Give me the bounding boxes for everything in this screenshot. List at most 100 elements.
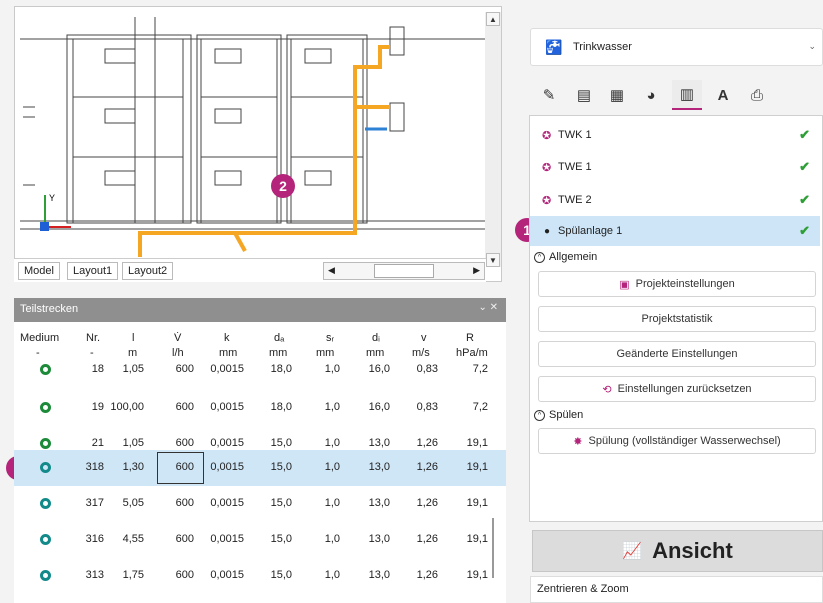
cell-v: 1,26 [416, 497, 438, 509]
marker-2: 2 [271, 174, 295, 198]
circulation-icon: ✪ [542, 161, 552, 174]
cell-k: 0,0015 [210, 497, 244, 509]
ansicht-button[interactable]: 📈 Ansicht [532, 530, 823, 572]
section-spuelen[interactable]: ^ Spülen [534, 409, 583, 421]
cell-nr: 316 [85, 533, 104, 545]
medium-ring-icon [40, 438, 51, 449]
scroll-left-icon[interactable]: ◀ [328, 265, 335, 276]
settings-window-icon: ▣ [619, 278, 630, 291]
drawing-horizontal-scrollbar[interactable]: ◀ ▶ [323, 262, 485, 280]
cell-r: 19,1 [466, 569, 488, 581]
cell-l: 1,75 [122, 569, 144, 581]
faucet-icon: 🚰 [545, 39, 563, 55]
cell-l: 4,55 [122, 533, 144, 545]
medium-ring-icon [40, 570, 51, 581]
document-icon[interactable]: ▤ [569, 80, 599, 110]
droplet-icon: ● [544, 225, 551, 237]
cell-nr: 21 [91, 437, 104, 449]
cell-di: 13,0 [368, 569, 390, 581]
table-row[interactable]: 313 1,75 600 0,0015 15,0 1,0 13,0 1,26 1… [14, 560, 506, 596]
cell-r: 19,1 [466, 497, 488, 509]
table-row[interactable]: 19 100,00 600 0,0015 18,0 1,0 16,0 0,83 … [14, 392, 506, 428]
cell-l: 1,05 [122, 437, 144, 449]
cell-l: 1,05 [122, 363, 144, 375]
cell-da: 15,0 [270, 461, 292, 473]
cell-k: 0,0015 [210, 437, 244, 449]
tab-layout1[interactable]: Layout1 [67, 262, 119, 280]
cell-sr: 1,0 [324, 497, 340, 509]
cell-nr: 317 [85, 497, 104, 509]
pencil-icon[interactable]: ✎ [534, 80, 564, 110]
cell-sr: 1,0 [324, 569, 340, 581]
cell-sr: 1,0 [324, 437, 340, 449]
flush-icon: ✸ [573, 435, 583, 448]
medium-select-value: Trinkwasser [573, 41, 632, 53]
einstellungen-zuruecksetzen-button[interactable]: ⟲ Einstellungen zurücksetzen [538, 376, 816, 402]
cell-da: 15,0 [270, 569, 292, 581]
section-allgemein[interactable]: ^ Allgemein [534, 251, 597, 263]
section-label: Allgemein [549, 251, 598, 263]
print-icon[interactable]: ⎙ [742, 80, 772, 110]
cell-nr: 19 [91, 401, 104, 413]
bar-chart-icon[interactable]: ▥ [672, 80, 702, 110]
cell-di: 13,0 [368, 437, 390, 449]
medium-ring-icon [40, 534, 51, 545]
table-row-selected[interactable]: 318 1,30 600 0,0015 15,0 1,0 13,0 1,26 1… [14, 450, 506, 486]
list-item-twe2[interactable]: ✪ TWE 2 ✔ [530, 185, 820, 215]
cell-nr: 18 [91, 363, 104, 375]
button-label: Einstellungen zurücksetzen [617, 383, 752, 395]
font-icon[interactable]: A [708, 80, 738, 110]
tab-layout2[interactable]: Layout2 [122, 262, 174, 280]
svg-text:Y: Y [49, 193, 55, 203]
medium-ring-icon [40, 498, 51, 509]
list-item-twk1[interactable]: ✪ TWK 1 ✔ [530, 120, 820, 150]
teilstrecken-table: Medium Nr. l V̇ k dₐ sᵣ dᵢ v R - - m l/h… [14, 322, 506, 603]
scroll-thumb[interactable] [374, 264, 434, 278]
medium-select[interactable]: 🚰 Trinkwasser ⌄ [530, 28, 823, 66]
scroll-down-icon[interactable]: ▼ [486, 253, 500, 267]
button-label: Geänderte Einstellungen [616, 348, 738, 360]
list-item-spuelanlage1[interactable]: ● Spülanlage 1 ✔ [530, 216, 820, 246]
list-item-twe1[interactable]: ✪ TWE 1 ✔ [530, 152, 820, 182]
collapse-icon: ^ [534, 251, 545, 263]
table-row[interactable]: 18 1,05 600 0,0015 18,0 1,0 16,0 0,83 7,… [14, 358, 506, 394]
table-row[interactable]: 316 4,55 600 0,0015 15,0 1,0 13,0 1,26 1… [14, 524, 506, 560]
table-row[interactable]: 317 5,05 600 0,0015 15,0 1,0 13,0 1,26 1… [14, 488, 506, 524]
col-header-sr: sᵣ [326, 332, 335, 344]
cell-k: 0,0015 [210, 401, 244, 413]
ansicht-label: Ansicht [652, 538, 733, 563]
pie-chart-icon[interactable]: ◕ [636, 80, 666, 110]
geaenderte-einstellungen-button[interactable]: Geänderte Einstellungen [538, 341, 816, 367]
col-header-r: R [466, 332, 474, 344]
panel-controls[interactable]: ⌄ ✕ [478, 302, 498, 313]
projekteinstellungen-button[interactable]: ▣ Projekteinstellungen [538, 271, 816, 297]
circulation-icon: ✪ [542, 129, 552, 142]
teilstrecken-title: Teilstrecken [20, 303, 79, 315]
cell-v: 0,83 [416, 401, 438, 413]
button-label: Spülung (vollständiger Wasserwechsel) [588, 435, 781, 447]
cell-vdot[interactable]: 600 [176, 461, 194, 473]
scroll-up-icon[interactable]: ▲ [486, 12, 500, 26]
calculator-icon[interactable]: ▦ [602, 80, 632, 110]
cell-vdot: 600 [175, 569, 194, 581]
cell-vdot: 600 [175, 533, 194, 545]
spuelung-button[interactable]: ✸ Spülung (vollständiger Wasserwechsel) [538, 428, 816, 454]
cad-drawing-area[interactable]: Y [14, 6, 502, 282]
cell-nr: 313 [85, 569, 104, 581]
table-scrollbar[interactable] [492, 518, 494, 578]
cell-sr: 1,0 [324, 533, 340, 545]
col-header-medium: Medium [20, 332, 60, 344]
cell-da: 15,0 [270, 497, 292, 509]
col-header-di: dᵢ [372, 332, 380, 344]
cell-r: 7,2 [472, 401, 488, 413]
projektstatistik-button[interactable]: Projektstatistik [538, 306, 816, 332]
zoom-section[interactable]: Zentrieren & Zoom [530, 576, 823, 603]
check-icon: ✔ [799, 127, 810, 142]
medium-ring-icon [40, 462, 51, 473]
check-icon: ✔ [799, 223, 810, 238]
drawing-vertical-scrollbar[interactable]: ▲ ▼ [485, 12, 501, 267]
tab-model[interactable]: Model [18, 262, 60, 280]
list-item-label: TWE 1 [558, 161, 592, 173]
cell-nr: 318 [85, 461, 104, 473]
scroll-right-icon[interactable]: ▶ [473, 265, 480, 276]
